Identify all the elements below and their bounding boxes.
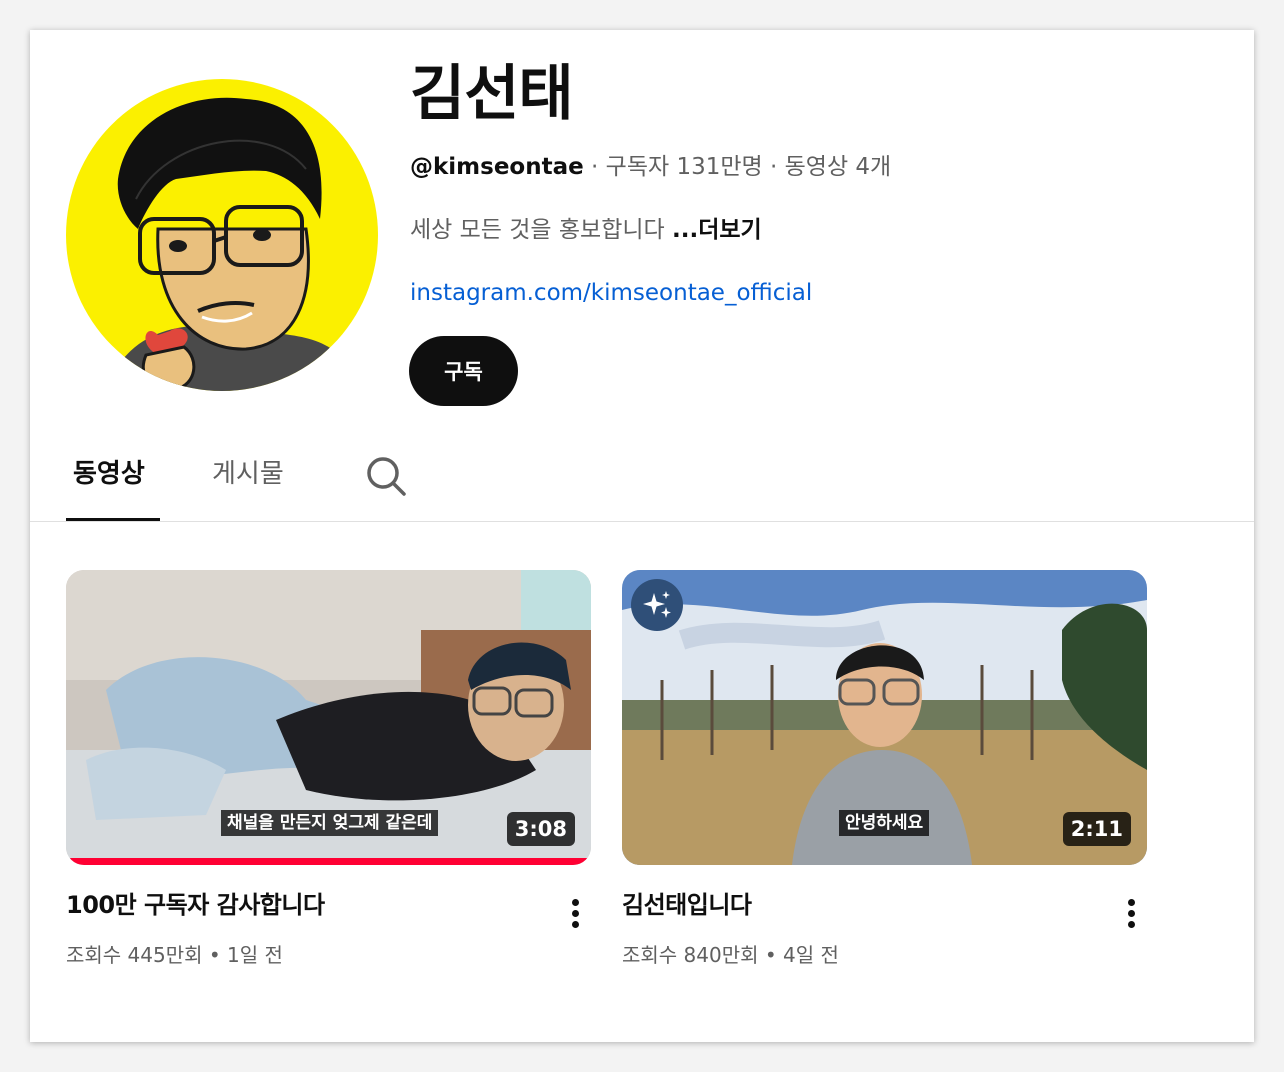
more-actions-button[interactable] bbox=[1116, 893, 1146, 933]
video-count: 동영상 4개 bbox=[784, 154, 892, 180]
view-count: 조회수 445만회 bbox=[66, 943, 203, 967]
more-actions-button[interactable] bbox=[560, 893, 590, 933]
video-card[interactable]: 채널을 만든지 엊그제 같은데 3:08 100만 구독자 감사합니다 조회수 … bbox=[66, 570, 591, 967]
video-thumbnail[interactable]: 안녕하세요 2:11 bbox=[622, 570, 1147, 865]
tab-videos[interactable]: 동영상 bbox=[73, 454, 145, 494]
video-meta: 조회수 445만회 • 1일 전 bbox=[66, 940, 283, 970]
video-title[interactable]: 김선태입니다 bbox=[622, 888, 752, 922]
video-duration: 3:08 bbox=[506, 812, 575, 846]
video-caption: 채널을 만든지 엊그제 같은데 bbox=[221, 810, 439, 836]
channel-search-button[interactable] bbox=[364, 454, 408, 498]
description-text: 세상 모든 것을 홍보합니다 bbox=[410, 217, 665, 243]
meta-separator: · bbox=[583, 154, 606, 180]
channel-title: 김선태 bbox=[410, 59, 574, 129]
video-duration: 2:11 bbox=[1062, 812, 1131, 846]
search-icon bbox=[367, 457, 406, 496]
meta-separator: · bbox=[762, 154, 785, 180]
subscribe-button[interactable]: 구독 bbox=[409, 336, 518, 406]
upload-age: 1일 전 bbox=[227, 943, 283, 967]
more-vert-icon bbox=[1127, 898, 1135, 906]
tab-posts[interactable]: 게시물 bbox=[212, 454, 284, 494]
channel-avatar[interactable] bbox=[66, 79, 378, 391]
video-card[interactable]: 안녕하세요 2:11 김선태입니다 조회수 840만회 • 4일 전 bbox=[622, 570, 1147, 967]
channel-page: 김선태 @kimseontae · 구독자 131만명 · 동영상 4개 세상 … bbox=[30, 30, 1254, 1042]
channel-handle: @kimseontae bbox=[410, 154, 584, 180]
more-vert-icon bbox=[571, 898, 579, 906]
channel-meta: @kimseontae · 구독자 131만명 · 동영상 4개 bbox=[410, 150, 891, 184]
meta-separator: • bbox=[202, 943, 228, 967]
channel-description[interactable]: 세상 모든 것을 홍보합니다 ...더보기 bbox=[410, 213, 762, 247]
video-thumbnail[interactable]: 채널을 만든지 엊그제 같은데 3:08 bbox=[66, 570, 591, 865]
upload-age: 4일 전 bbox=[783, 943, 839, 967]
tabs-divider bbox=[30, 521, 1254, 522]
meta-separator: • bbox=[758, 943, 784, 967]
ai-badge bbox=[631, 579, 683, 631]
sparkle-icon bbox=[643, 591, 671, 618]
subscriber-count: 구독자 131만명 bbox=[605, 154, 763, 180]
view-count: 조회수 840만회 bbox=[622, 943, 759, 967]
external-link[interactable]: instagram.com/kimseontae_official bbox=[410, 276, 812, 310]
video-title[interactable]: 100만 구독자 감사합니다 bbox=[66, 888, 325, 922]
video-meta: 조회수 840만회 • 4일 전 bbox=[622, 940, 839, 970]
avatar-illustration bbox=[66, 79, 378, 391]
watch-progress-bar bbox=[66, 858, 591, 865]
more-link[interactable]: ...더보기 bbox=[672, 217, 762, 243]
video-caption: 안녕하세요 bbox=[839, 810, 930, 836]
